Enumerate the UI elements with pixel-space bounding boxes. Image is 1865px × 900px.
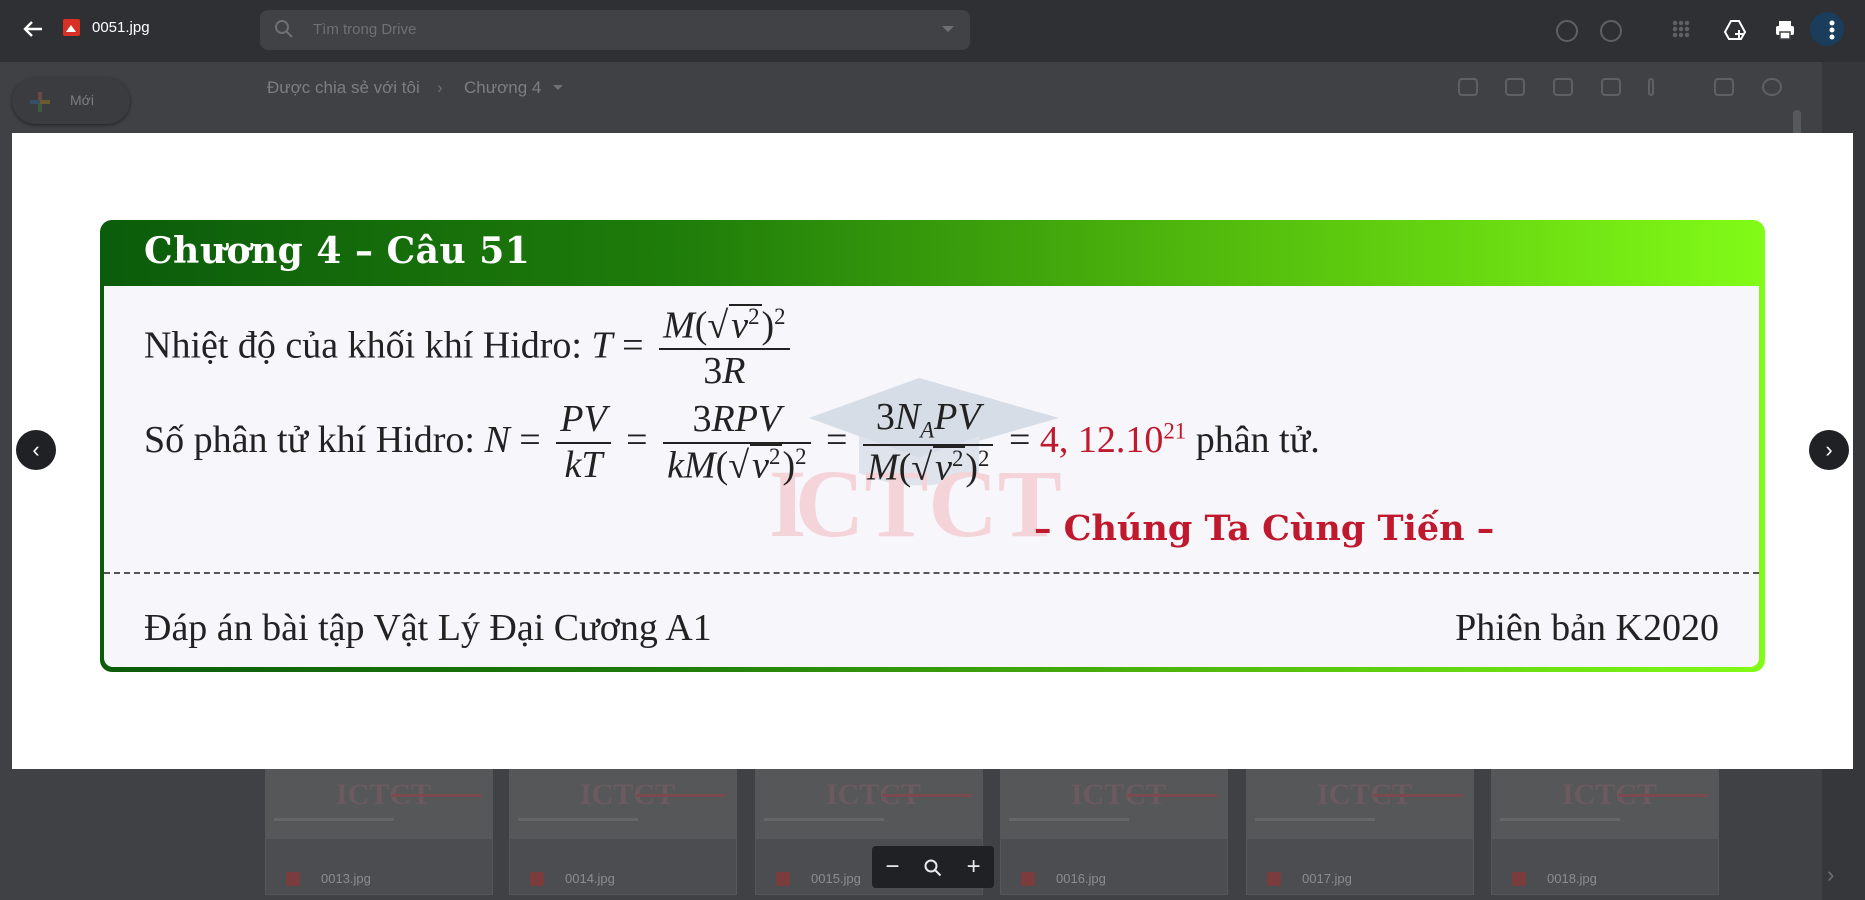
fraction-pv-kt: PV kT: [556, 398, 611, 487]
more-vert-icon: [1829, 20, 1835, 40]
zoom-in-button[interactable]: +: [957, 846, 991, 888]
apps-grid-icon: [1672, 20, 1690, 38]
image-file-icon: [530, 872, 544, 886]
print-icon: [1776, 21, 1794, 40]
result-unit: phân tử.: [1195, 418, 1320, 461]
new-plus-icon: [30, 92, 50, 112]
formula-temperature: Nhiệt độ của khối khí Hidro: T = M(√v2)2…: [144, 304, 796, 394]
file-thumbnail-0016: ICTCT 0016.jpg: [1000, 755, 1228, 895]
file-name: 0018.jpg: [1547, 871, 1597, 886]
magnifier-icon: [924, 859, 942, 876]
zoom-out-button[interactable]: −: [875, 846, 909, 888]
slide-card: Chương 4 – Câu 51 I CTCT Nhiệt độ của kh…: [100, 220, 1765, 672]
print-button[interactable]: [1768, 13, 1802, 47]
viewer-file-name: 0051.jpg: [92, 19, 150, 36]
molecule-count-label: Số phân tử khí Hidro:: [144, 418, 475, 461]
thumbnail-name-row: 0018.jpg: [1492, 866, 1718, 896]
temperature-label: Nhiệt độ của khối khí Hidro:: [144, 324, 582, 367]
breadcrumb-current-folder: Chương 4: [464, 78, 542, 97]
temperature-fraction: M(√v2)2 3R: [659, 304, 790, 394]
file-thumbnail-0013: ICTCT 0013.jpg: [265, 755, 493, 895]
file-name: 0017.jpg: [1302, 871, 1352, 886]
result-mantissa: 4, 12.10: [1039, 418, 1164, 461]
help-icon: [1556, 20, 1578, 42]
result-exponent: 21: [1163, 418, 1187, 444]
file-name: 0014.jpg: [565, 871, 615, 886]
delete-icon: [1601, 78, 1621, 96]
image-file-icon: [63, 19, 80, 36]
settings-icon: [1600, 20, 1622, 42]
formula-molecule-count: Số phân tử khí Hidro: N = PV kT = 3RPV kM(…: [144, 396, 1320, 490]
footer-course-name: Đáp án bài tập Vật Lý Đại Cương A1: [144, 607, 712, 649]
image-file-icon: [286, 872, 300, 886]
add-shortcut-to-drive-button[interactable]: [1718, 13, 1752, 47]
file-name: 0015.jpg: [811, 871, 861, 886]
thumbnail-name-row: 0017.jpg: [1247, 866, 1473, 896]
thumbnail-name-row: 0016.jpg: [1001, 866, 1227, 896]
close-viewer-button[interactable]: [16, 12, 50, 46]
image-file-icon: [1267, 872, 1281, 886]
thumbnail-name-row: 0014.jpg: [510, 866, 736, 896]
slogan: – Chúng Ta Cùng Tiến –: [1034, 508, 1495, 549]
background-search-placeholder: Tìm trong Drive: [313, 21, 417, 38]
footer-version: Phiên bản K2020: [1455, 607, 1719, 649]
get-link-icon: [1458, 78, 1478, 96]
slide-body: I CTCT Nhiệt độ của khối khí Hidro: T = …: [104, 286, 1759, 667]
arrow-back-icon: [23, 21, 42, 37]
slide-header: Chương 4 – Câu 51: [144, 230, 531, 272]
breadcrumb-separator-icon: ›: [437, 78, 443, 97]
file-name: 0013.jpg: [321, 871, 371, 886]
background-new-label: Mới: [70, 92, 94, 108]
thumbnail-name-row: 0013.jpg: [266, 866, 492, 896]
image-file-icon: [776, 872, 790, 886]
preview-icon: [1553, 78, 1573, 96]
chevron-left-icon: ‹: [32, 437, 40, 462]
next-file-button[interactable]: ›: [1809, 430, 1849, 470]
file-thumbnail-0017: ICTCT 0017.jpg: [1246, 755, 1474, 895]
result-value: 4, 12.1021: [1039, 418, 1187, 461]
fraction-3napv: 3NAPV M(√v2)2: [862, 396, 994, 490]
dashed-divider: [104, 572, 1759, 574]
image-file-icon: [1512, 872, 1526, 886]
search-icon: [275, 20, 293, 38]
file-thumbnail-0014: ICTCT 0014.jpg: [509, 755, 737, 895]
list-view-icon: [1714, 78, 1734, 96]
symbol-N: N: [484, 418, 510, 461]
zoom-reset-button[interactable]: [916, 846, 950, 888]
scroll-right-icon: ›: [1827, 862, 1835, 887]
chevron-right-icon: ›: [1825, 437, 1833, 462]
drive-add-icon: [1723, 20, 1747, 40]
breadcrumb-shared-with-me: Được chia sẻ với tôi: [267, 78, 420, 97]
file-name: 0016.jpg: [1056, 871, 1106, 886]
more-actions-icon: [1648, 78, 1654, 96]
file-thumbnail-0018: ICTCT 0018.jpg: [1491, 755, 1719, 895]
details-icon: [1762, 78, 1782, 96]
search-options-caret-icon: [942, 26, 954, 32]
image-file-icon: [1021, 872, 1035, 886]
viewed-image: Chương 4 – Câu 51 I CTCT Nhiệt độ của kh…: [12, 133, 1853, 769]
zoom-toolbar: − +: [872, 846, 994, 888]
breadcrumb-caret-icon: [553, 85, 563, 90]
fraction-3rpv: 3RPV kM(√v2)2: [663, 398, 811, 488]
previous-file-button[interactable]: ‹: [16, 430, 56, 470]
more-options-button[interactable]: [1815, 13, 1849, 47]
share-icon: [1505, 78, 1525, 96]
symbol-T: T: [591, 324, 613, 367]
